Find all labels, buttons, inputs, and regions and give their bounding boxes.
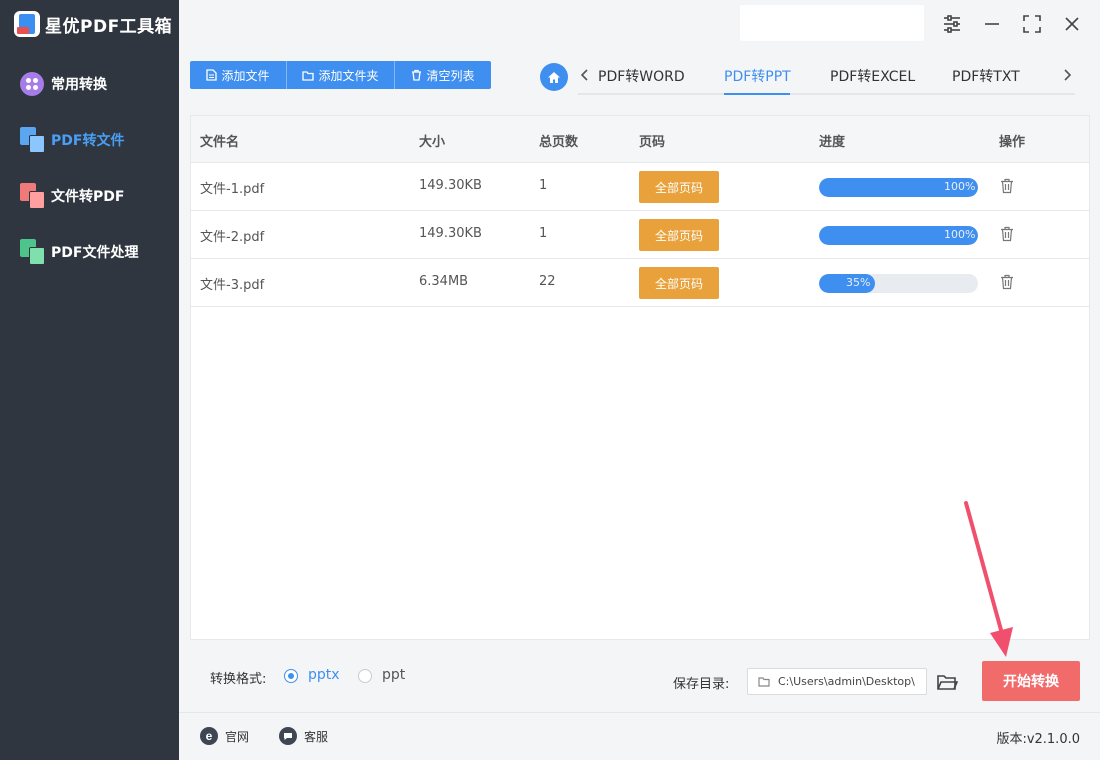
service-link[interactable]: 客服 bbox=[279, 726, 328, 746]
website-label: 官网 bbox=[225, 729, 250, 744]
chevron-right-icon bbox=[1064, 69, 1072, 81]
sidebar-item-pdf-to-file[interactable]: PDF转文件 bbox=[0, 120, 179, 160]
table-row: 文件-3.pdf 6.34MB 22 全部页码 35% bbox=[191, 259, 1089, 307]
app-name: 星优PDF工具箱 bbox=[45, 16, 173, 37]
page-range-button[interactable]: 全部页码 bbox=[639, 219, 719, 251]
progress-bar: 100% bbox=[819, 178, 978, 197]
file-name: 文件-1.pdf bbox=[200, 182, 265, 197]
table-row: 文件-1.pdf 149.30KB 1 全部页码 100% bbox=[191, 163, 1089, 211]
sidebar-item-label: PDF转文件 bbox=[51, 133, 125, 149]
svg-text:e: e bbox=[206, 729, 213, 743]
service-label: 客服 bbox=[304, 729, 329, 744]
page-range-button[interactable]: 全部页码 bbox=[639, 267, 719, 299]
file-toolbar: 添加文件 添加文件夹 清空列表 bbox=[190, 61, 491, 89]
format-label: 转换格式: bbox=[210, 672, 267, 687]
file-to-pdf-icon bbox=[20, 183, 46, 209]
ie-icon: e bbox=[200, 727, 218, 745]
sidebar-item-label: PDF文件处理 bbox=[51, 245, 139, 261]
header-actions: 操作 bbox=[999, 135, 1026, 150]
tabs-next-arrow[interactable] bbox=[1059, 64, 1075, 86]
header-progress: 进度 bbox=[819, 135, 846, 150]
header-size: 大小 bbox=[419, 135, 446, 150]
table-header: 文件名 大小 总页数 页码 进度 操作 bbox=[191, 116, 1089, 163]
delete-icon[interactable] bbox=[1000, 178, 1014, 194]
tab-pdf-to-word[interactable]: PDF转WORD bbox=[598, 66, 685, 86]
sidebar-item-file-to-pdf[interactable]: 文件转PDF bbox=[0, 176, 179, 216]
minimize-icon[interactable] bbox=[980, 12, 1004, 36]
home-button[interactable] bbox=[540, 63, 568, 91]
folder-icon bbox=[302, 70, 315, 81]
title-search-box[interactable] bbox=[740, 5, 924, 41]
table-row: 文件-2.pdf 149.30KB 1 全部页码 100% bbox=[191, 211, 1089, 259]
add-folder-label: 添加文件夹 bbox=[318, 68, 379, 83]
progress-text: 35% bbox=[846, 276, 871, 289]
save-dir-label: 保存目录: bbox=[673, 677, 730, 692]
active-tab-indicator bbox=[724, 93, 790, 95]
conversion-tabs: PDF转WORD PDF转PPT PDF转EXCEL PDF转TXT bbox=[578, 60, 1075, 95]
progress-bar: 35% bbox=[819, 274, 978, 293]
sidebar: 星优PDF工具箱 常用转换 PDF转文件 文件转PDF PDF文件处理 bbox=[0, 0, 179, 760]
file-table: 文件名 大小 总页数 页码 进度 操作 文件-1.pdf 149.30KB 1 … bbox=[190, 115, 1090, 640]
chat-bubble-icon bbox=[279, 727, 297, 745]
header-page-range: 页码 bbox=[639, 135, 666, 150]
header-pages: 总页数 bbox=[539, 135, 579, 150]
start-convert-button[interactable]: 开始转换 bbox=[982, 661, 1080, 701]
add-file-button[interactable]: 添加文件 bbox=[190, 61, 287, 89]
save-path-value: C:\Users\admin\Desktop\ bbox=[778, 675, 915, 688]
sidebar-item-label: 文件转PDF bbox=[51, 189, 125, 205]
website-link[interactable]: e 官网 bbox=[200, 726, 249, 746]
home-icon bbox=[548, 71, 560, 83]
file-icon bbox=[206, 69, 218, 81]
close-icon[interactable] bbox=[1060, 12, 1084, 36]
app-title: 星优PDF工具箱 bbox=[14, 10, 172, 38]
delete-icon[interactable] bbox=[1000, 274, 1014, 290]
format-radio-pptx[interactable] bbox=[284, 669, 298, 683]
clear-list-button[interactable]: 清空列表 bbox=[395, 61, 491, 89]
app-logo-icon bbox=[14, 11, 40, 37]
progress-text: 100% bbox=[944, 228, 976, 241]
file-pages: 1 bbox=[539, 226, 548, 241]
file-size: 6.34MB bbox=[419, 274, 469, 289]
tab-pdf-to-txt[interactable]: PDF转TXT bbox=[952, 66, 1020, 86]
file-size: 149.30KB bbox=[419, 226, 482, 241]
pdf-process-icon bbox=[20, 239, 46, 265]
apps-icon bbox=[20, 71, 46, 97]
trash-icon bbox=[412, 69, 422, 81]
tab-pdf-to-ppt[interactable]: PDF转PPT bbox=[724, 66, 791, 86]
sidebar-item-label: 常用转换 bbox=[51, 77, 107, 93]
delete-icon[interactable] bbox=[1000, 226, 1014, 242]
format-label-ppt[interactable]: ppt bbox=[382, 667, 405, 683]
clear-list-label: 清空列表 bbox=[426, 68, 475, 83]
folder-icon bbox=[758, 677, 770, 687]
format-radio-ppt[interactable] bbox=[358, 669, 372, 683]
page-range-button[interactable]: 全部页码 bbox=[639, 171, 719, 203]
sidebar-item-pdf-process[interactable]: PDF文件处理 bbox=[0, 232, 179, 272]
add-folder-button[interactable]: 添加文件夹 bbox=[287, 61, 395, 89]
file-size: 149.30KB bbox=[419, 178, 482, 193]
pdf-to-file-icon bbox=[20, 127, 46, 153]
tab-pdf-to-excel[interactable]: PDF转EXCEL bbox=[830, 66, 915, 86]
header-filename: 文件名 bbox=[200, 135, 240, 150]
maximize-icon[interactable] bbox=[1020, 12, 1044, 36]
file-name: 文件-3.pdf bbox=[200, 278, 265, 293]
version-text: 版本:v2.1.0.0 bbox=[996, 732, 1080, 747]
browse-folder-icon[interactable] bbox=[936, 672, 958, 692]
format-label-pptx[interactable]: pptx bbox=[308, 667, 340, 683]
add-file-label: 添加文件 bbox=[221, 68, 270, 83]
file-name: 文件-2.pdf bbox=[200, 230, 265, 245]
save-path-input[interactable]: C:\Users\admin\Desktop\ bbox=[747, 668, 927, 695]
sidebar-item-common-convert[interactable]: 常用转换 bbox=[0, 64, 179, 104]
file-pages: 1 bbox=[539, 178, 548, 193]
progress-bar: 100% bbox=[819, 226, 978, 245]
footer-divider bbox=[179, 712, 1100, 713]
progress-text: 100% bbox=[944, 180, 976, 193]
settings-sliders-icon[interactable] bbox=[940, 12, 964, 36]
file-pages: 22 bbox=[539, 274, 556, 289]
